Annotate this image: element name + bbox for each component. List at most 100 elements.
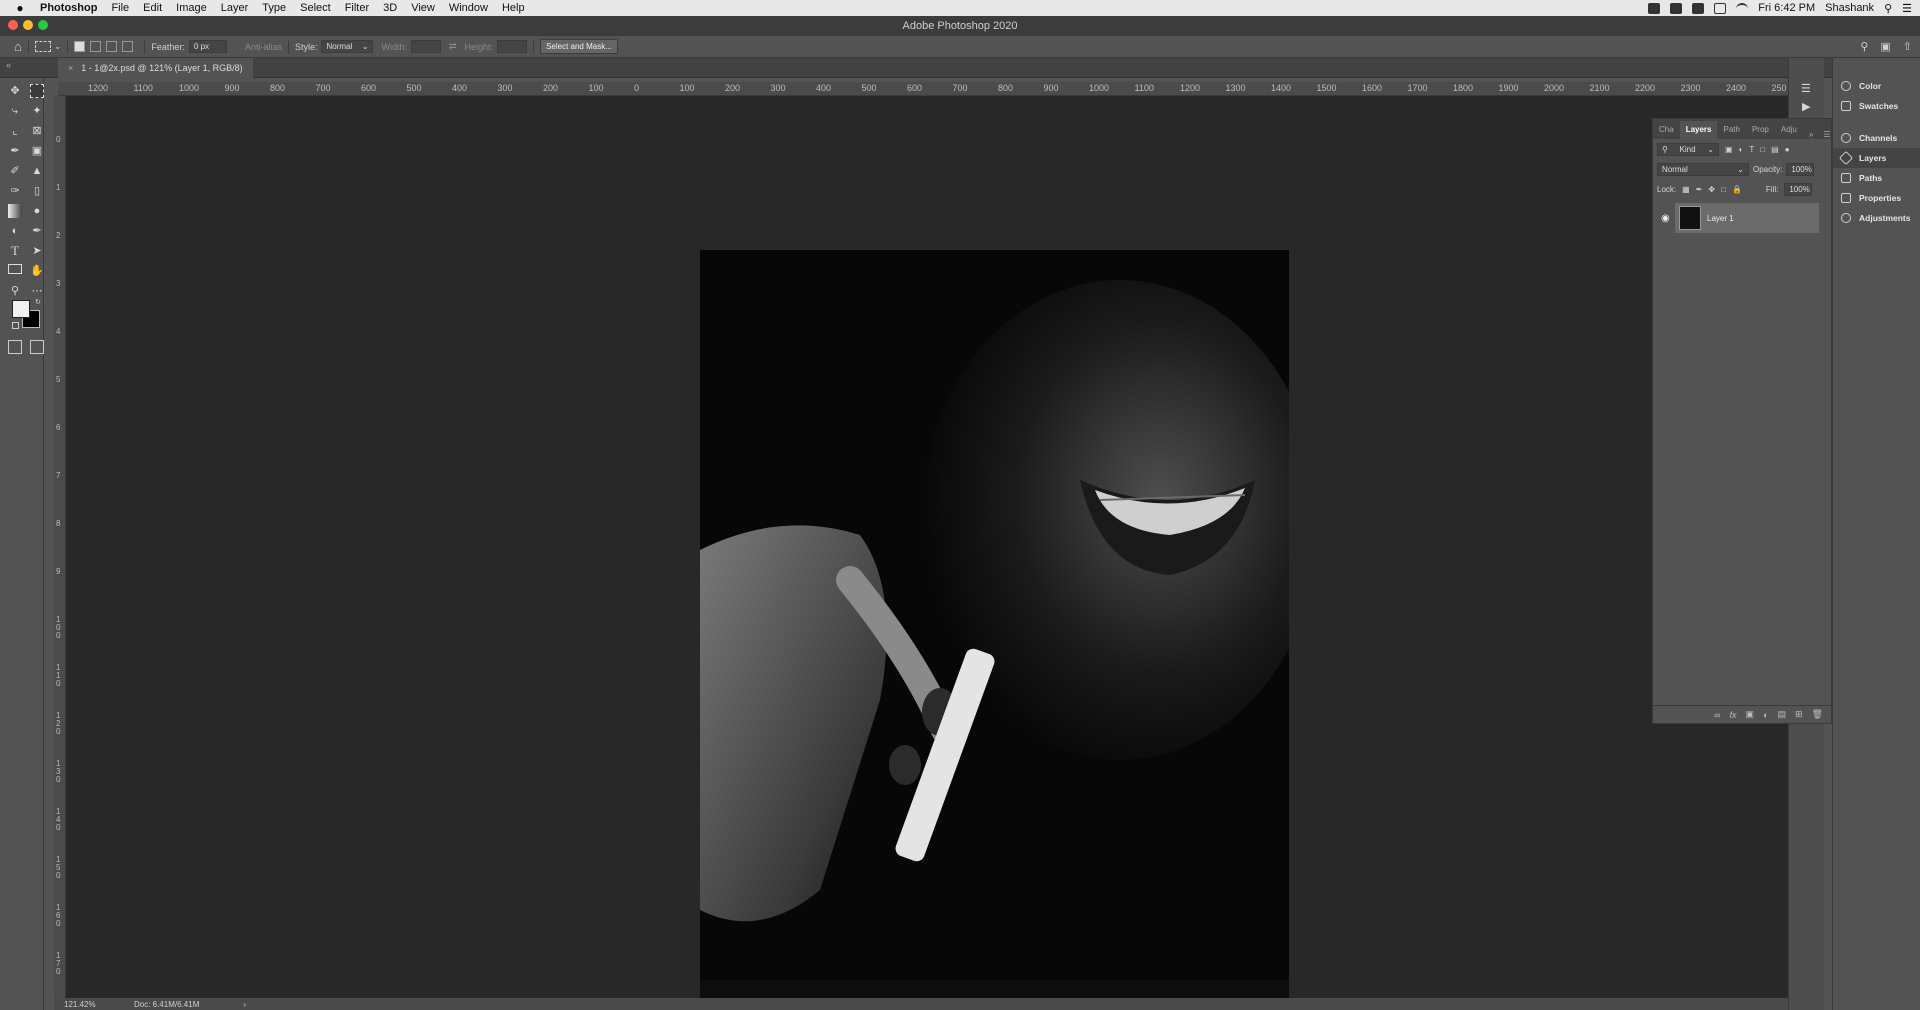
menu-bar-clock[interactable]: Fri 6:42 PM xyxy=(1758,2,1815,14)
new-layer-icon[interactable]: ⊞ xyxy=(1795,709,1803,720)
window-zoom-button[interactable] xyxy=(38,20,48,30)
swap-width-height-icon[interactable]: ⇄ xyxy=(449,41,457,52)
lock-all-icon[interactable]: 🔒 xyxy=(1732,185,1742,194)
tab-paths[interactable]: Path xyxy=(1717,121,1745,139)
menu-file[interactable]: File xyxy=(111,2,129,14)
layer-row[interactable]: ◉ Layer 1 xyxy=(1661,203,1819,233)
zoom-tool-icon[interactable]: ⚲ xyxy=(8,284,22,298)
layer-kind-filter[interactable]: ⚲ Kind ⌄ xyxy=(1657,142,1719,156)
pen-tool-icon[interactable]: ✒ xyxy=(30,224,44,238)
hand-tool-icon[interactable]: ✋ xyxy=(30,264,44,278)
height-input[interactable] xyxy=(497,40,528,53)
tab-layers[interactable]: Layers xyxy=(1679,121,1718,139)
lock-position-icon[interactable]: ✥ xyxy=(1708,185,1715,194)
document-image[interactable] xyxy=(700,250,1289,1010)
dock-channels[interactable]: Channels xyxy=(1833,128,1920,148)
shield-icon[interactable] xyxy=(1648,2,1661,14)
lock-artboard-icon[interactable]: □ xyxy=(1721,185,1726,194)
apple-menu-icon[interactable]: ● xyxy=(0,1,40,15)
creative-cloud-icon[interactable] xyxy=(1670,2,1683,14)
filter-shape-icon[interactable]: □ xyxy=(1760,145,1765,154)
eraser-tool-icon[interactable]: ▯ xyxy=(30,184,44,198)
marquee-tool-preset-icon[interactable] xyxy=(34,41,51,52)
tab-channels[interactable]: Cha xyxy=(1653,121,1680,139)
filter-toggle-icon[interactable]: ● xyxy=(1785,145,1790,154)
dodge-tool-icon[interactable]: ◐ xyxy=(8,224,22,238)
history-brush-tool-icon[interactable]: ✑ xyxy=(8,184,22,198)
path-selection-tool-icon[interactable]: ➤ xyxy=(30,244,44,258)
add-mask-icon[interactable]: ▣ xyxy=(1746,709,1755,720)
filter-smart-object-icon[interactable]: ▤ xyxy=(1771,145,1779,154)
quick-mask-icon[interactable] xyxy=(8,340,22,354)
app-status-icon[interactable] xyxy=(1692,2,1705,14)
tab-adjustments[interactable]: Adju xyxy=(1775,121,1803,139)
panel-expand-icon[interactable]: » xyxy=(1809,130,1813,139)
menu-view[interactable]: View xyxy=(411,2,435,14)
new-adjustment-layer-icon[interactable]: ◐ xyxy=(1763,710,1768,720)
menu-3d[interactable]: 3D xyxy=(383,2,397,14)
swap-colors-icon[interactable]: ↻ xyxy=(35,298,41,306)
clone-stamp-tool-icon[interactable]: ▲ xyxy=(30,164,44,178)
style-select[interactable]: Normal ⌄ xyxy=(321,40,374,53)
delete-layer-icon[interactable]: 🗑 xyxy=(1812,709,1823,720)
default-colors-icon[interactable] xyxy=(12,322,19,329)
frame-tool-icon[interactable]: ⊠ xyxy=(30,124,44,138)
layer-style-icon[interactable]: fx xyxy=(1730,710,1737,720)
dock-layers[interactable]: Layers xyxy=(1833,148,1920,168)
rectangle-tool-icon[interactable] xyxy=(8,264,22,274)
window-close-button[interactable] xyxy=(8,20,18,30)
menu-select[interactable]: Select xyxy=(300,2,331,14)
document-tab[interactable]: × 1 - 1@2x.psd @ 121% (Layer 1, RGB/8) xyxy=(58,58,253,78)
magic-wand-tool-icon[interactable]: ✦ xyxy=(30,104,44,118)
status-menu-chevron-icon[interactable]: › xyxy=(243,1000,246,1009)
blur-tool-icon[interactable]: ● xyxy=(30,204,44,218)
intersect-selection-mode-button[interactable] xyxy=(122,41,134,52)
home-icon[interactable]: ⌂ xyxy=(14,39,22,54)
feather-input[interactable]: 0 px xyxy=(188,40,227,53)
menu-filter[interactable]: Filter xyxy=(345,2,369,14)
bluetooth-icon[interactable] xyxy=(1714,2,1727,14)
zoom-level[interactable]: 121.42% xyxy=(64,1000,124,1009)
workspace-switcher-icon[interactable]: ▣ xyxy=(1880,40,1890,53)
filter-type-icon[interactable]: T xyxy=(1749,145,1754,154)
anti-alias-checkbox-label[interactable]: Anti-alias xyxy=(245,42,282,52)
healing-brush-tool-icon[interactable]: ▣ xyxy=(30,144,44,158)
brush-tool-icon[interactable]: ✐ xyxy=(8,164,22,178)
screen-mode-icon[interactable] xyxy=(30,340,44,354)
filter-adjustment-icon[interactable]: ◐ xyxy=(1739,145,1744,154)
layer-name[interactable]: Layer 1 xyxy=(1707,214,1734,223)
dock-properties[interactable]: Properties xyxy=(1833,188,1920,208)
dock-adjustments[interactable]: Adjustments xyxy=(1833,208,1920,228)
width-input[interactable] xyxy=(410,40,441,53)
type-tool-icon[interactable]: T xyxy=(8,244,22,258)
gradient-tool-icon[interactable] xyxy=(8,204,22,218)
menu-image[interactable]: Image xyxy=(176,2,207,14)
eye-icon[interactable]: ◉ xyxy=(1661,213,1670,224)
rectangular-marquee-tool-icon[interactable] xyxy=(30,84,44,98)
filter-pixel-icon[interactable]: ▣ xyxy=(1725,145,1733,154)
dock-paths[interactable]: Paths xyxy=(1833,168,1920,188)
dock-color[interactable]: Color xyxy=(1833,76,1920,96)
fill-input[interactable]: 100% xyxy=(1784,182,1813,196)
menu-bar-user[interactable]: Shashank xyxy=(1825,2,1874,14)
menu-layer[interactable]: Layer xyxy=(221,2,249,14)
menu-help[interactable]: Help xyxy=(502,2,525,14)
document-size[interactable]: Doc: 6.41M/6.41M xyxy=(134,1000,199,1009)
panel-menu-icon[interactable]: ☰ xyxy=(1823,130,1830,139)
subtract-selection-mode-button[interactable] xyxy=(106,41,118,52)
lasso-tool-icon[interactable]: ⤷ xyxy=(8,104,22,118)
spotlight-search-icon[interactable]: ⚲ xyxy=(1884,2,1892,15)
tab-properties[interactable]: Prop xyxy=(1746,121,1775,139)
link-layers-icon[interactable]: ∞ xyxy=(1714,710,1720,720)
panel-collapse-icon[interactable]: « xyxy=(6,60,11,70)
menu-edit[interactable]: Edit xyxy=(143,2,162,14)
layer-thumbnail[interactable] xyxy=(1679,206,1701,230)
control-center-icon[interactable]: ☰ xyxy=(1902,2,1912,15)
foreground-color-swatch[interactable] xyxy=(12,300,30,318)
canvas-area[interactable] xyxy=(66,96,1788,1010)
search-icon[interactable]: ⚲ xyxy=(1860,40,1868,53)
add-selection-mode-button[interactable] xyxy=(90,41,102,52)
menu-app-name[interactable]: Photoshop xyxy=(40,2,97,14)
new-selection-mode-button[interactable] xyxy=(74,41,86,52)
opacity-input[interactable]: 100% xyxy=(1786,162,1815,176)
